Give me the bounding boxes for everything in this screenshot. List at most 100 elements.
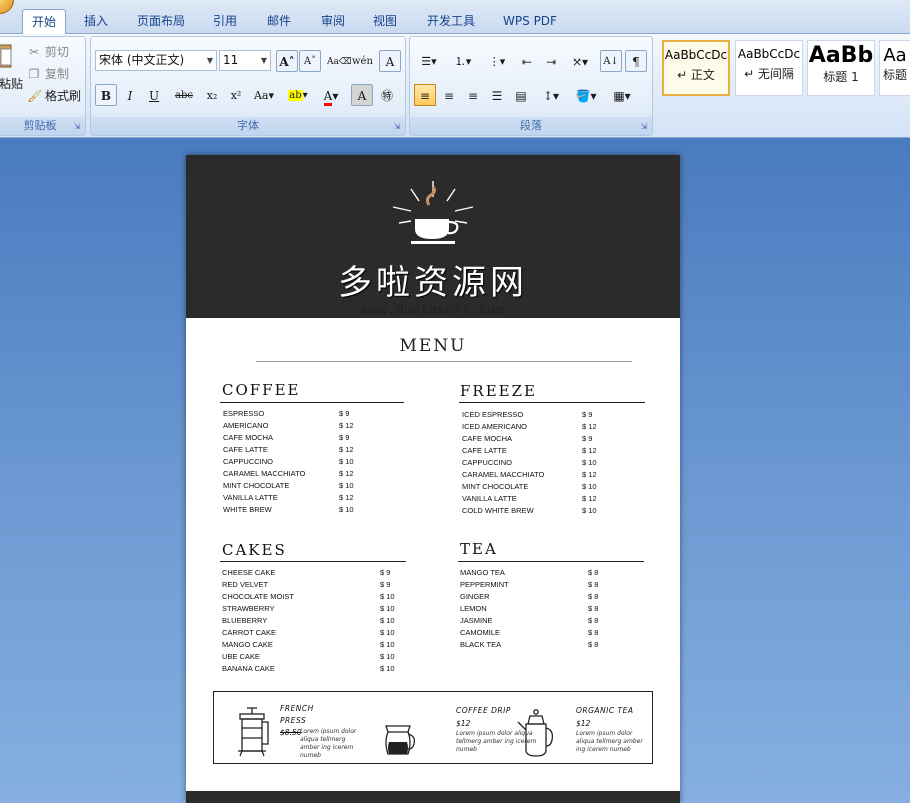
char-border-icon[interactable]: A xyxy=(379,50,401,72)
coffee-list: ESPRESSO $ 9 AMERICANO $ 12 CAFE MOCHA $ 9 … xyxy=(223,408,403,516)
tab-home[interactable]: 开始 xyxy=(22,9,66,34)
show-marks-icon[interactable]: ¶ xyxy=(625,50,647,72)
format-painter-button[interactable]: 🖌 格式刷 xyxy=(27,87,81,104)
list-item: MINT CHOCOLATE $ 10 xyxy=(462,481,642,493)
justify-icon[interactable]: ☰ xyxy=(486,84,508,106)
multilevel-list-icon[interactable]: ⋮▾ xyxy=(482,50,512,72)
section-title-coffee: COFFEE xyxy=(222,381,301,399)
align-center-icon[interactable]: ≡ xyxy=(438,84,460,106)
paste-button[interactable]: 粘贴 xyxy=(0,43,23,92)
font-launcher-icon[interactable]: ⇲ xyxy=(392,122,402,132)
tab-mailings[interactable]: 邮件 xyxy=(258,9,300,34)
menu-title: MENU xyxy=(399,336,467,356)
chevron-down-icon: ▼ xyxy=(260,56,267,65)
style-normal[interactable]: AaBbCcDc ↵ 正文 xyxy=(662,40,730,96)
phonetic-guide-icon[interactable]: wén xyxy=(351,50,373,72)
featured-name: ORGANIC TEA xyxy=(576,706,634,715)
style-title[interactable]: Aa 标题 xyxy=(879,40,910,96)
item-name: MANGO TEA xyxy=(460,568,505,577)
list-item: CARROT CAKE $ 10 xyxy=(222,627,406,639)
font-size-combo[interactable]: 11 ▼ xyxy=(219,50,271,71)
align-left-icon[interactable]: ≡ xyxy=(414,84,436,106)
font-name-combo[interactable]: 宋体 (中文正文) ▼ xyxy=(95,50,217,71)
tab-insert[interactable]: 插入 xyxy=(76,9,116,34)
increase-indent-icon[interactable]: ⇥ xyxy=(540,50,562,72)
list-item: MANGO CAKE $ 10 xyxy=(222,639,406,651)
list-item: AMERICANO $ 12 xyxy=(223,420,403,432)
item-price: $ 10 xyxy=(339,457,354,466)
underline-icon[interactable]: U xyxy=(143,84,165,106)
list-item: COLD WHITE BREW $ 10 xyxy=(462,505,642,517)
brush-icon: 🖌 xyxy=(27,88,43,103)
clipboard-launcher-icon[interactable]: ⇲ xyxy=(72,122,82,132)
tab-page-layout[interactable]: 页面布局 xyxy=(128,9,194,34)
item-name: CARAMEL MACCHIATO xyxy=(462,470,545,479)
shading-icon[interactable]: 🪣▾ xyxy=(570,84,602,106)
item-price: $ 8 xyxy=(588,568,599,577)
document-page[interactable]: 多啦资源网 www.duolasoft.com MENU COFFEE ESPR… xyxy=(186,155,680,803)
format-painter-label: 格式刷 xyxy=(45,89,82,103)
clipboard-group: 粘贴 ✂ 剪切 ❐ 复制 🖌 格式刷 剪贴板 ⇲ xyxy=(0,36,86,136)
align-right-icon[interactable]: ≡ xyxy=(462,84,484,106)
line-spacing-icon[interactable]: ↕▾ xyxy=(536,84,566,106)
font-color-icon[interactable]: A▾ xyxy=(317,84,345,106)
highlight-icon[interactable]: ab▾ xyxy=(283,84,313,106)
item-price: $ 8 xyxy=(588,628,599,637)
style-label: 标题 1 xyxy=(823,70,859,84)
office-button-icon[interactable] xyxy=(0,0,14,14)
item-price: $ 9 xyxy=(339,409,350,418)
item-name: MINT CHOCOLATE xyxy=(462,482,529,491)
asian-layout-icon[interactable]: ⤧▾ xyxy=(565,50,595,72)
item-price: $ 10 xyxy=(380,616,395,625)
sort-icon[interactable]: A↓ xyxy=(600,50,622,72)
bold-icon[interactable]: B xyxy=(95,84,117,106)
shrink-font-icon[interactable]: A˅ xyxy=(299,50,321,72)
change-case-icon[interactable]: Aa▾ xyxy=(249,84,279,106)
subscript-icon[interactable]: x₂ xyxy=(201,84,223,106)
item-name: CAFE LATTE xyxy=(223,445,268,454)
paragraph-group-label: 段落 xyxy=(410,117,652,135)
item-price: $ 10 xyxy=(339,481,354,490)
char-shading-icon[interactable]: A xyxy=(351,84,373,106)
tab-references[interactable]: 引用 xyxy=(204,9,246,34)
item-name: GINGER xyxy=(460,592,490,601)
list-item: CARAMEL MACCHIATO $ 12 xyxy=(462,469,642,481)
tab-developer[interactable]: 开发工具 xyxy=(418,9,484,34)
section-title-cakes: CAKES xyxy=(222,541,287,559)
enclosed-char-icon[interactable]: ㊕ xyxy=(376,84,398,106)
italic-icon[interactable]: I xyxy=(119,84,141,106)
distributed-icon[interactable]: ▤ xyxy=(510,84,532,106)
ribbon: 粘贴 ✂ 剪切 ❐ 复制 🖌 格式刷 剪贴板 ⇲ 宋体 (中文正文) ▼ 11 … xyxy=(0,34,910,138)
menu-divider xyxy=(256,361,632,362)
paragraph-launcher-icon[interactable]: ⇲ xyxy=(639,122,649,132)
list-item: ICED ESPRESSO $ 9 xyxy=(462,409,642,421)
tab-review[interactable]: 审阅 xyxy=(312,9,354,34)
list-item: CAFE LATTE $ 12 xyxy=(462,445,642,457)
list-item: CHEESE CAKE $ 9 xyxy=(222,567,406,579)
featured-item: COFFEE DRIP $12 Lorem ipsum dolor aliqua… xyxy=(374,692,536,765)
item-price: $ 10 xyxy=(380,652,395,661)
item-price: $ 12 xyxy=(582,494,597,503)
borders-icon[interactable]: ▦▾ xyxy=(606,84,638,106)
item-name: JASMINE xyxy=(460,616,493,625)
decrease-indent-icon[interactable]: ⇤ xyxy=(516,50,538,72)
strikethrough-icon[interactable]: abc xyxy=(169,84,199,106)
tab-view[interactable]: 视图 xyxy=(364,9,406,34)
list-item: CAMOMILE $ 8 xyxy=(460,627,644,639)
tab-wps-pdf[interactable]: WPS PDF xyxy=(494,9,566,34)
grow-font-icon[interactable]: A˄ xyxy=(276,50,298,72)
item-name: UBE CAKE xyxy=(222,652,260,661)
item-price: $ 10 xyxy=(380,604,395,613)
numbering-icon[interactable]: ⒈▾ xyxy=(448,50,478,72)
superscript-icon[interactable]: x² xyxy=(225,84,247,106)
item-name: CARAMEL MACCHIATO xyxy=(223,469,306,478)
style-no-spacing[interactable]: AaBbCcDc ↵ 无间隔 xyxy=(735,40,803,96)
clear-format-icon[interactable]: Aa⌫ xyxy=(326,50,352,72)
font-group-label: 字体 xyxy=(91,117,405,135)
item-price: $ 10 xyxy=(380,628,395,637)
style-heading-1[interactable]: AaBb 标题 1 xyxy=(807,40,875,96)
cut-button[interactable]: ✂ 剪切 xyxy=(27,43,69,60)
item-price: $ 10 xyxy=(582,506,597,515)
copy-button[interactable]: ❐ 复制 xyxy=(27,65,69,82)
bullets-icon[interactable]: ☰▾ xyxy=(414,50,444,72)
